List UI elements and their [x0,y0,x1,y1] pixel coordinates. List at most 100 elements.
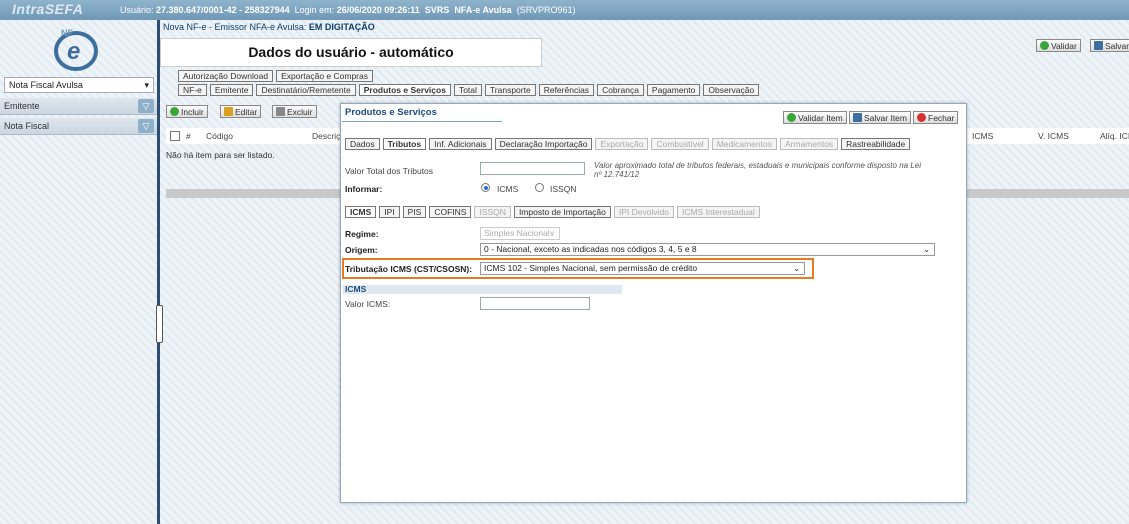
nfe-logo: e NF [54,28,98,71]
annotation-text: Dados do usuário - automático [248,44,454,60]
tributacao-label: Tributação ICMS (CST/CSOSN): [345,264,473,274]
chevron-down-icon: ⌄ [923,245,930,254]
fechar-label: Fechar [928,112,955,123]
origem-select[interactable]: 0 - Nacional, exceto as indicadas nos có… [480,243,935,256]
salvar-button[interactable]: Salvar [1090,39,1129,52]
module-name: NFA-e Avulsa [454,5,512,15]
tab-referencias[interactable]: Referências [538,84,595,96]
tab-rastreabilidade[interactable]: Rastreabilidade [841,138,911,150]
salvar-item-button[interactable]: Salvar Item [849,111,911,124]
tab-cobranca[interactable]: Cobrança [597,84,644,96]
tab-armamentos: Armamentos [779,138,839,150]
valor-total-label: Valor Total dos Tributos [345,166,434,176]
add-icon [170,107,179,116]
expand-icon[interactable]: ▽ [138,119,154,133]
validar-item-button[interactable]: Validar Item [783,111,847,124]
fechar-button[interactable]: Fechar [913,111,959,124]
subtab-icms[interactable]: ICMS [345,206,377,218]
origem-label: Origem: [345,245,378,255]
tributacao-select[interactable]: ICMS 102 - Simples Nacional, sem permiss… [480,262,805,275]
regime-select: Simples Nacional ∨ [480,227,560,240]
nota-fiscal-select[interactable]: Nota Fiscal Avulsa ▾ [4,77,154,93]
tab-combustivel: Combustível [651,138,709,150]
tab-emitente[interactable]: Emitente [209,84,254,96]
tributos-subtabs: ICMS IPI PIS COFINS ISSQN Imposto de Imp… [345,206,760,218]
sidebar-item-label: Emitente [4,101,40,111]
tab-dados[interactable]: Dados [345,138,380,150]
document-status: EM DIGITAÇÃO [308,22,375,32]
incluir-button[interactable]: Incluir [166,105,208,118]
col-icms: ICMS [972,131,994,141]
subtab-icms-interestadual: ICMS Interestadual [676,206,760,218]
col-v-icms: V. ICMS [1038,131,1069,141]
sidebar-item-nota-fiscal[interactable]: Nota Fiscal ▽ [0,118,158,135]
radio-issqn-label: ISSQN [550,184,577,194]
validar-item-label: Validar Item [798,112,843,123]
tab-declaracao-importacao[interactable]: Declaração Importação [494,138,593,150]
subtab-ipi[interactable]: IPI [379,206,400,218]
grid-empty-message: Não há item para ser listado. [166,150,275,160]
edit-icon [224,107,233,116]
icms-section-header: ICMS [343,285,622,294]
user-id: 27.380.647/0001-42 - 258327944 [156,5,290,15]
radio-issqn[interactable] [535,183,544,192]
valor-icms-label: Valor ICMS: [345,299,391,309]
valor-total-note: Valor aproximado total de tributos feder… [594,161,921,179]
col-codigo: Código [206,131,233,141]
validar-button[interactable]: Validar [1036,39,1081,52]
tab-observacao[interactable]: Observação [703,84,760,96]
tab-nfe[interactable]: NF-e [178,84,207,96]
sidebar [0,20,158,524]
tab-transporte[interactable]: Transporte [484,84,536,96]
document-title: Nova NF-e - Emissor NFA-e Avulsa: EM DIG… [163,22,375,32]
server-name: (SRVPRO961) [516,5,576,15]
chevron-down-icon: ⌄ [793,264,800,273]
origem-value: 0 - Nacional, exceto as indicadas nos có… [484,244,697,254]
collapse-handle[interactable] [156,305,163,343]
informar-label: Informar: [345,184,383,194]
tab-autorizacao-download[interactable]: Autorização Download [178,70,274,82]
validar-label: Validar [1051,40,1077,51]
valor-total-input[interactable] [480,162,585,175]
tab-destinatario[interactable]: Destinatário/Remetente [256,84,356,96]
main-tabs-row-2: NF-e Emitente Destinatário/Remetente Pro… [178,84,760,96]
tab-tributos[interactable]: Tributos [382,138,427,150]
subtab-imposto-importacao[interactable]: Imposto de Importação [513,206,611,218]
sidebar-item-emitente[interactable]: Emitente ▽ [0,98,158,115]
main-tabs-row-1: Autorização Download Exportação e Compra… [178,70,373,82]
expand-icon[interactable]: ▽ [138,99,154,113]
subtab-pis[interactable]: PIS [402,206,427,218]
tab-exportacao-compras[interactable]: Exportação e Compras [276,70,373,82]
tab-total[interactable]: Total [453,84,482,96]
document-title-prefix: Nova NF-e - Emissor NFA-e Avulsa: [163,22,309,32]
select-all-checkbox[interactable] [170,131,180,141]
tab-produtos-servicos[interactable]: Produtos e Serviços [358,84,451,96]
col-aliq-icms: Alíq. ICI [1100,131,1129,141]
regime-label: Regime: [345,229,379,239]
subtab-cofins[interactable]: COFINS [429,206,472,218]
save-icon [853,113,862,122]
salvar-item-label: Salvar Item [864,112,907,123]
regime-value: Simples Nacional [484,228,550,238]
system-name: SVRS [424,5,450,15]
svg-text:NF: NF [61,28,73,38]
subtab-issqn: ISSQN [474,206,511,218]
chevron-down-icon: ▾ [144,80,149,90]
tab-pagamento[interactable]: Pagamento [646,84,701,96]
tab-inf-adicionais[interactable]: Inf. Adicionais [429,138,492,150]
editar-label: Editar [235,106,258,117]
close-icon [917,113,926,122]
excluir-button[interactable]: Excluir [272,105,317,118]
check-icon [787,113,796,122]
col-descricao: Descriç [312,131,341,141]
radio-icms-label: ICMS [497,184,519,194]
user-label: Usuário: [120,5,157,15]
valor-icms-input[interactable] [480,297,590,310]
editar-button[interactable]: Editar [220,105,262,118]
save-icon [1094,41,1103,50]
dialog-tabs: Dados Tributos Inf. Adicionais Declaraçã… [345,138,911,150]
salvar-label: Salvar [1105,40,1129,51]
radio-icms[interactable] [481,183,490,192]
delete-icon [276,107,285,116]
subtab-ipi-devolvido: IPI Devolvido [613,206,674,218]
